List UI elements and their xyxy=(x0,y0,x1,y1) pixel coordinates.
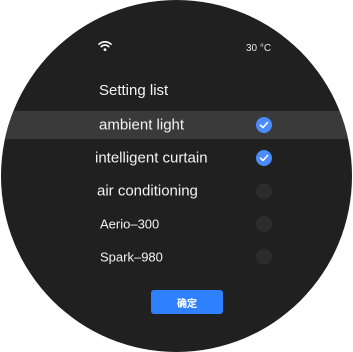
watch-screen: 30 °C Setting list ambient light intelli… xyxy=(1,0,352,352)
setting-item-label: air conditioning xyxy=(97,182,198,200)
checkbox-checked[interactable] xyxy=(256,117,272,133)
setting-item-intelligent-curtain[interactable]: intelligent curtain xyxy=(1,144,352,172)
setting-item-label: Spark–980 xyxy=(100,249,163,265)
wifi-icon xyxy=(98,41,112,51)
checkbox-checked[interactable] xyxy=(256,150,272,166)
setting-item-label: Aerio–300 xyxy=(100,216,160,232)
setting-item-air-conditioning[interactable]: air conditioning xyxy=(1,177,352,205)
setting-item-label: ambient light xyxy=(99,116,185,134)
page-title: Setting list xyxy=(99,82,169,99)
checkmark-icon xyxy=(259,121,269,129)
status-bar: 30 °C xyxy=(1,0,352,60)
confirm-button[interactable]: 确定 xyxy=(151,290,223,314)
setting-item-ambient-light[interactable]: ambient light xyxy=(1,111,352,139)
setting-item-label: intelligent curtain xyxy=(95,149,208,167)
temperature-readout: 30 °C xyxy=(246,43,272,54)
setting-item-spark-980[interactable]: Spark–980 xyxy=(1,243,352,271)
checkmark-icon xyxy=(259,154,269,162)
setting-item-aerio-300[interactable]: Aerio–300 xyxy=(1,210,352,238)
checkbox-unchecked[interactable] xyxy=(256,183,272,199)
checkbox-unchecked[interactable] xyxy=(256,216,272,232)
checkbox-unchecked[interactable] xyxy=(256,249,272,265)
